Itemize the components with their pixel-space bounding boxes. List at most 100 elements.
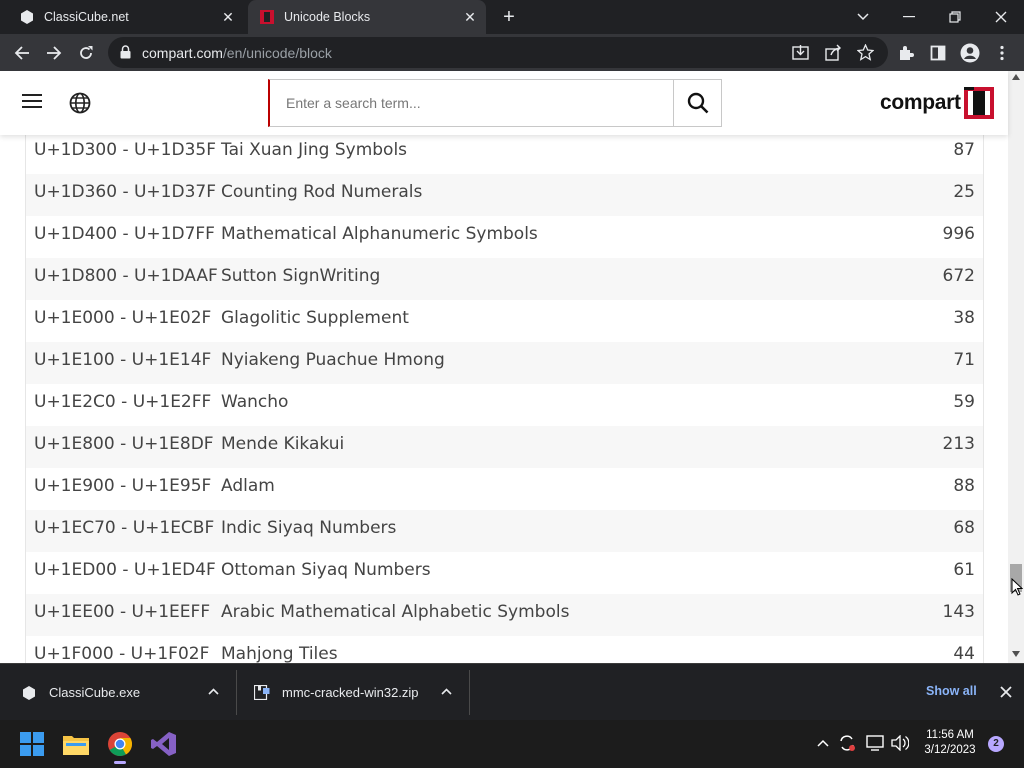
sync-icon[interactable] [838, 734, 856, 752]
visual-studio-button[interactable] [148, 728, 180, 760]
chevron-up-icon[interactable] [441, 688, 452, 695]
search-box [268, 79, 722, 127]
notification-badge[interactable]: 2 [988, 736, 1004, 752]
hamburger-menu-icon[interactable] [22, 93, 42, 109]
scroll-down-arrow-icon[interactable] [1012, 651, 1020, 657]
reload-button[interactable] [74, 41, 98, 65]
show-all-link[interactable]: Show all [926, 684, 977, 698]
zip-file-icon [254, 685, 270, 700]
tab-title: ClassiCube.net [44, 10, 129, 24]
lock-icon[interactable] [120, 45, 131, 59]
table-row[interactable]: U+1E100 - U+1E14F Nyiakeng Puachue Hmong 7… [26, 342, 983, 384]
network-icon[interactable] [866, 735, 884, 751]
start-button[interactable] [16, 728, 48, 760]
block-name-link[interactable]: Adlam [221, 476, 275, 496]
block-name-link[interactable]: Glagolitic Supplement [221, 308, 409, 328]
back-button[interactable] [10, 41, 34, 65]
bookmark-star-icon[interactable] [857, 44, 874, 61]
extensions-button[interactable] [894, 41, 918, 65]
block-name-link[interactable]: Arabic Mathematical Alphabetic Symbols [221, 602, 569, 622]
close-tab-icon[interactable]: ✕ [220, 9, 236, 25]
profile-button[interactable] [958, 41, 982, 65]
block-name-link[interactable]: Sutton SignWriting [221, 266, 380, 286]
block-name-link[interactable]: Mathematical Alphanumeric Symbols [221, 224, 538, 244]
forward-button[interactable] [42, 41, 66, 65]
logo-text: compart [880, 91, 961, 114]
block-name-link[interactable]: Indic Siyaq Numbers [221, 518, 396, 538]
block-range: U+1F000 - U+1F02F [34, 644, 210, 663]
close-tab-icon[interactable]: ✕ [462, 9, 478, 25]
table-row[interactable]: U+1E900 - U+1E95F Adlam 88 [26, 468, 983, 510]
block-name-link[interactable]: Ottoman Siyaq Numbers [221, 560, 431, 580]
block-name-link[interactable]: Tai Xuan Jing Symbols [221, 140, 407, 160]
install-app-icon[interactable] [792, 44, 809, 61]
table-row[interactable]: U+1E000 - U+1E02F Glagolitic Supplement 38 [26, 300, 983, 342]
tab-unicode-blocks[interactable]: Unicode Blocks ✕ [248, 0, 486, 34]
search-button[interactable] [673, 80, 721, 126]
tab-strip: ClassiCube.net ✕ Unicode Blocks ✕ + [0, 0, 1024, 34]
block-char-count: 87 [953, 140, 975, 160]
minimize-button[interactable] [886, 0, 932, 34]
block-name-link[interactable]: Mende Kikakui [221, 434, 344, 454]
table-row[interactable]: U+1EE00 - U+1EEFF Arabic Mathematical Alp… [26, 594, 983, 636]
arrow-right-icon [47, 46, 62, 60]
restore-button[interactable] [932, 0, 978, 34]
tab-classicube[interactable]: ClassiCube.net ✕ [8, 0, 244, 34]
block-char-count: 68 [953, 518, 975, 538]
table-row[interactable]: U+1D400 - U+1D7FF Mathematical Alphanumer… [26, 216, 983, 258]
download-item[interactable]: ClassiCube.exe [22, 664, 232, 721]
table-row[interactable]: U+1ED00 - U+1ED4F Ottoman Siyaq Numbers 61 [26, 552, 983, 594]
block-range: U+1D400 - U+1D7FF [34, 224, 215, 244]
system-clock[interactable]: 11:56 AM 3/12/2023 [918, 728, 982, 758]
close-window-button[interactable] [978, 0, 1024, 34]
table-row[interactable]: U+1EC70 - U+1ECBF Indic Siyaq Numbers 68 [26, 510, 983, 552]
table-row[interactable]: U+1E800 - U+1E8DF Mende Kikakui 213 [26, 426, 983, 468]
page-scrollbar[interactable] [1008, 71, 1024, 663]
block-name-link[interactable]: Counting Rod Numerals [221, 182, 422, 202]
block-char-count: 88 [953, 476, 975, 496]
globe-language-icon[interactable] [69, 92, 91, 114]
unicode-block-table: U+1D300 - U+1D35F Tai Xuan Jing Symbols 87… [25, 135, 984, 663]
block-range: U+1EE00 - U+1EEFF [34, 602, 211, 622]
share-icon[interactable] [825, 44, 842, 61]
folder-icon [63, 736, 89, 755]
chrome-menu-button[interactable] [990, 41, 1014, 65]
table-row[interactable]: U+1D800 - U+1DAAF Sutton SignWriting 672 [26, 258, 983, 300]
download-filename: mmc-cracked-win32.zip [282, 685, 419, 700]
search-input[interactable] [270, 80, 674, 126]
block-range: U+1D360 - U+1D37F [34, 182, 216, 202]
block-char-count: 213 [942, 434, 975, 454]
block-char-count: 996 [942, 224, 975, 244]
site-header: compart [0, 71, 1008, 135]
mouse-cursor-icon [1011, 578, 1023, 596]
table-row[interactable]: U+1E2C0 - U+1E2FF Wancho 59 [26, 384, 983, 426]
chevron-up-icon[interactable] [208, 688, 219, 695]
block-name-link[interactable]: Nyiakeng Puachue Hmong [221, 350, 445, 370]
block-range: U+1E800 - U+1E8DF [34, 434, 214, 454]
table-row[interactable]: U+1F000 - U+1F02F Mahjong Tiles 44 [26, 636, 983, 663]
table-row[interactable]: U+1D300 - U+1D35F Tai Xuan Jing Symbols 87 [26, 132, 983, 174]
compart-logo[interactable]: compart [880, 85, 994, 121]
kebab-menu-icon [1000, 45, 1004, 61]
arrow-left-icon [14, 46, 29, 60]
tray-chevron-up-icon[interactable] [817, 739, 829, 747]
download-filename: ClassiCube.exe [49, 685, 141, 700]
windows-logo-icon [20, 732, 44, 756]
block-name-link[interactable]: Mahjong Tiles [221, 644, 338, 663]
new-tab-button[interactable]: + [498, 6, 520, 28]
scroll-up-arrow-icon[interactable] [1012, 74, 1020, 80]
file-explorer-button[interactable] [60, 728, 92, 760]
cube-icon [21, 10, 33, 24]
clock-date: 3/12/2023 [924, 744, 976, 756]
table-row[interactable]: U+1D360 - U+1D37F Counting Rod Numerals 25 [26, 174, 983, 216]
side-panel-button[interactable] [926, 41, 950, 65]
download-item[interactable]: mmc-cracked-win32.zip [254, 664, 464, 721]
volume-icon[interactable] [891, 735, 909, 751]
divider [236, 670, 237, 715]
address-bar[interactable]: compart.com/en/unicode/block [108, 37, 888, 68]
block-name-link[interactable]: Wancho [221, 392, 288, 412]
block-char-count: 25 [953, 182, 975, 202]
chrome-taskbar-button[interactable] [104, 728, 136, 764]
tab-search-chevron-icon[interactable] [840, 0, 886, 34]
close-downloads-icon[interactable] [1000, 686, 1012, 698]
